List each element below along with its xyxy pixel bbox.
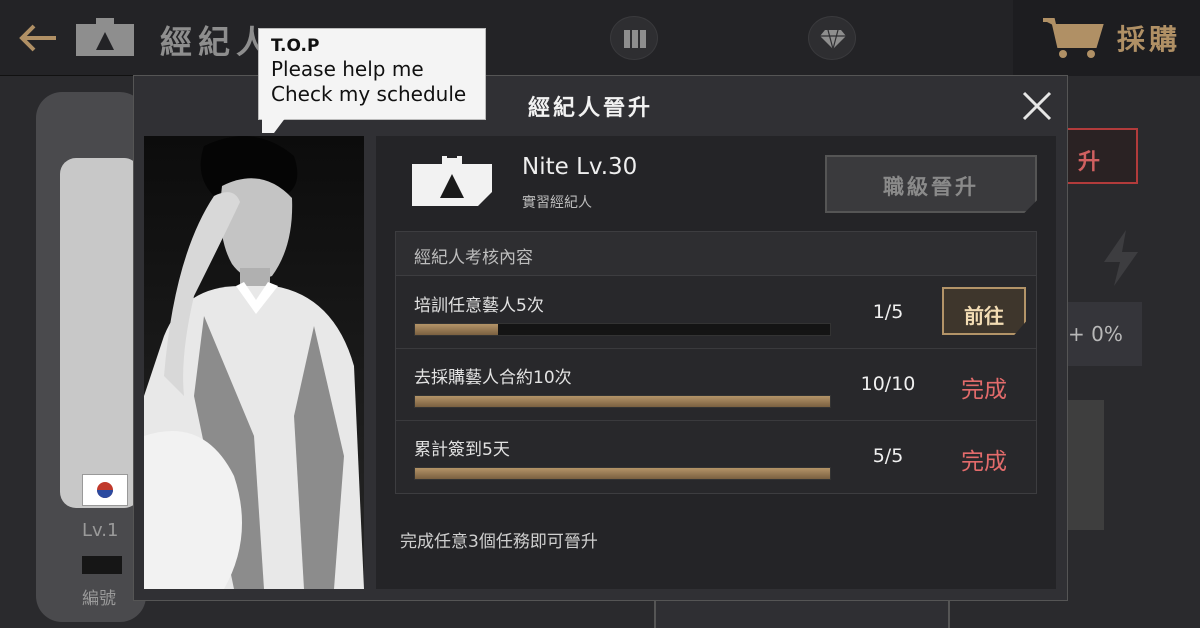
rank-promotion-label: 職級晉升 bbox=[883, 175, 979, 199]
artist-portrait bbox=[144, 136, 364, 589]
close-icon[interactable] bbox=[1018, 87, 1056, 125]
camera-icon bbox=[76, 18, 134, 56]
speech-bubble-tail bbox=[262, 117, 286, 133]
task-row: 去採購藝人合約10次 10/10 完成 bbox=[396, 349, 1036, 421]
bonus-stat-value: + 0% bbox=[1068, 322, 1123, 346]
artist-level: Lv.1 bbox=[82, 520, 119, 541]
task-list-title: 經紀人考核內容 bbox=[414, 248, 533, 268]
task-label: 培訓任意藝人5次 bbox=[414, 296, 544, 316]
task-count: 5/5 bbox=[872, 445, 904, 467]
task-progress-fill bbox=[415, 468, 830, 479]
task-progress-fill bbox=[415, 396, 830, 407]
speaker-name: T.O.P bbox=[271, 36, 320, 56]
book-button[interactable] bbox=[610, 16, 658, 60]
background-photo bbox=[1066, 400, 1104, 530]
rank-promotion-button[interactable]: 職級晉升 bbox=[825, 155, 1037, 213]
manager-name-level: Nite Lv.30 bbox=[522, 154, 638, 180]
artist-level-bar bbox=[82, 556, 122, 574]
task-label: 累計簽到5天 bbox=[414, 440, 510, 460]
task-row: 累計簽到5天 5/5 完成 bbox=[396, 421, 1036, 493]
task-complete-status: 完成 bbox=[961, 449, 1007, 475]
manager-rank: 實習經紀人 bbox=[522, 195, 592, 211]
task-progress-track bbox=[414, 467, 831, 480]
bonus-stat: + 0% bbox=[1066, 302, 1142, 366]
background-bottom-button[interactable] bbox=[654, 598, 950, 628]
speech-line-1: Please help me bbox=[271, 57, 424, 81]
speech-bubble: T.O.P Please help me Check my schedule bbox=[258, 28, 486, 120]
lightning-icon bbox=[1104, 230, 1138, 286]
task-progress-track bbox=[414, 323, 831, 336]
task-label: 去採購藝人合約10次 bbox=[414, 368, 572, 388]
korea-flag-icon bbox=[82, 474, 128, 506]
assessment-task-list: 經紀人考核內容 培訓任意藝人5次 1/5 前往 去採購藝人合約10次 10/10… bbox=[395, 231, 1037, 494]
promote-label: 升 bbox=[1078, 150, 1101, 175]
top-bar: 經紀人 採購 bbox=[0, 0, 1200, 76]
artist-serial-label: 編號 bbox=[82, 589, 116, 609]
back-arrow-icon[interactable] bbox=[14, 18, 60, 58]
book-icon bbox=[624, 30, 646, 48]
go-button[interactable]: 前往 bbox=[942, 287, 1026, 335]
go-button-label: 前往 bbox=[964, 304, 1004, 328]
diamond-button[interactable] bbox=[808, 16, 856, 60]
buy-button[interactable]: 採購 bbox=[1013, 0, 1200, 76]
buy-label: 採購 bbox=[1117, 23, 1182, 56]
speech-line-2: Check my schedule bbox=[271, 82, 467, 106]
manager-camera-icon bbox=[412, 152, 492, 206]
artist-card-photo bbox=[60, 158, 140, 508]
task-count: 10/10 bbox=[860, 373, 916, 395]
dialog-title: 經紀人晉升 bbox=[528, 96, 654, 121]
task-list-header: 經紀人考核內容 bbox=[396, 232, 1036, 276]
task-complete-status: 完成 bbox=[961, 377, 1007, 403]
task-row: 培訓任意藝人5次 1/5 前往 bbox=[396, 277, 1036, 349]
promotion-requirement-note: 完成任意3個任務即可晉升 bbox=[400, 532, 598, 552]
cart-icon bbox=[1043, 18, 1104, 58]
task-progress-fill bbox=[415, 324, 498, 335]
diamond-icon bbox=[820, 29, 846, 50]
page-title: 經紀人 bbox=[160, 23, 275, 61]
promote-button-background[interactable]: 升 bbox=[1064, 128, 1138, 184]
task-count: 1/5 bbox=[872, 301, 904, 323]
task-progress-track bbox=[414, 395, 831, 408]
